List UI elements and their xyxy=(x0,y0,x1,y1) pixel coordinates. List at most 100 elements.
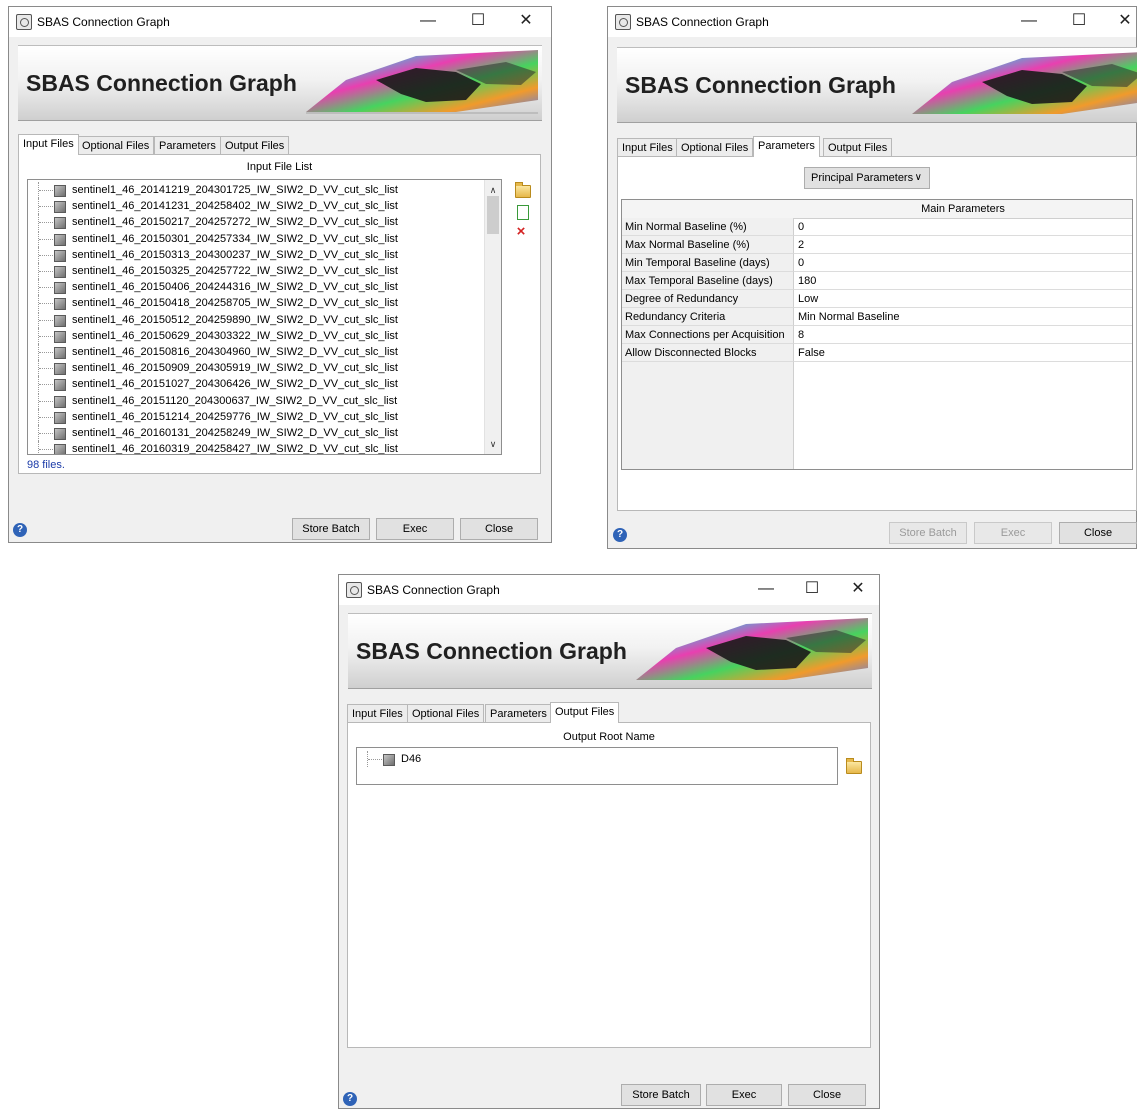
new-file-icon[interactable] xyxy=(517,205,529,220)
tree-connector xyxy=(38,279,55,296)
parameter-value[interactable]: 2 xyxy=(794,236,1132,254)
list-item[interactable]: sentinel1_46_20150301_204257334_IW_SIW2_… xyxy=(28,230,468,247)
tab-strip: Input Files Optional Files Parameters Ou… xyxy=(617,136,1137,157)
list-item[interactable]: sentinel1_46_20151120_204300637_IW_SIW2_… xyxy=(28,392,468,409)
list-item[interactable]: sentinel1_46_20150313_204300237_IW_SIW2_… xyxy=(28,246,468,263)
parameter-set-dropdown[interactable]: Principal Parameters ∨ xyxy=(804,167,930,189)
parameter-value[interactable]: 0 xyxy=(794,254,1132,272)
store-batch-button[interactable]: Store Batch xyxy=(621,1084,701,1106)
list-item[interactable]: sentinel1_46_20150325_204257722_IW_SIW2_… xyxy=(28,263,468,279)
open-folder-icon[interactable] xyxy=(515,182,531,198)
tab-strip: Input Files Optional Files Parameters Ou… xyxy=(18,134,542,155)
tab-optional-files[interactable]: Optional Files xyxy=(407,704,485,722)
header-banner: SBAS Connection Graph xyxy=(18,45,542,121)
parameter-value[interactable]: 8 xyxy=(794,326,1132,344)
vertical-scrollbar[interactable]: ∧ ∨ xyxy=(484,180,501,454)
file-name: sentinel1_46_20150512_204259890_IW_SIW2_… xyxy=(72,313,398,326)
exec-button[interactable]: Exec xyxy=(974,522,1052,544)
file-name: sentinel1_46_20141231_204258402_IW_SIW2_… xyxy=(72,200,398,213)
list-item[interactable]: sentinel1_46_20160319_204258427_IW_SIW2_… xyxy=(28,441,468,454)
list-item[interactable]: sentinel1_46_20151027_204306426_IW_SIW2_… xyxy=(28,376,468,393)
window-parameters: SBAS Connection Graph — ☐ ✕ SBAS Connect… xyxy=(607,6,1137,549)
list-item[interactable]: sentinel1_46_20160131_204258249_IW_SIW2_… xyxy=(28,425,468,441)
store-batch-button[interactable]: Store Batch xyxy=(889,522,967,544)
title-bar[interactable]: SBAS Connection Graph — ☐ ✕ xyxy=(9,7,551,37)
close-button[interactable]: Close xyxy=(788,1084,866,1106)
app-icon xyxy=(16,14,32,30)
header-banner: SBAS Connection Graph xyxy=(348,613,872,689)
tab-input-files[interactable]: Input Files xyxy=(617,138,678,156)
tab-parameters[interactable]: Parameters xyxy=(154,136,221,154)
tab-output-files[interactable]: Output Files xyxy=(220,136,290,154)
output-root-name: D46 xyxy=(401,753,422,765)
file-name: sentinel1_46_20160131_204258249_IW_SIW2_… xyxy=(72,427,398,439)
file-name: sentinel1_46_20150909_204305919_IW_SIW2_… xyxy=(72,362,398,375)
list-item[interactable]: sentinel1_46_20150909_204305919_IW_SIW2_… xyxy=(28,360,468,377)
output-root-name-box[interactable]: D46 xyxy=(356,747,838,785)
close-button[interactable]: Close xyxy=(460,518,538,540)
tab-optional-files[interactable]: Optional Files xyxy=(676,138,754,156)
window-input-files: SBAS Connection Graph — ☐ ✕ SBAS Connect… xyxy=(8,6,552,543)
window-title: SBAS Connection Graph xyxy=(636,15,769,29)
list-item[interactable]: sentinel1_46_20150418_204258705_IW_SIW2_… xyxy=(28,295,468,312)
parameter-value[interactable]: Min Normal Baseline xyxy=(794,308,1132,326)
minimize-button[interactable]: — xyxy=(411,10,445,32)
parameter-value[interactable]: Low xyxy=(794,290,1132,308)
tab-input-files[interactable]: Input Files xyxy=(347,704,408,722)
close-window-button[interactable]: ✕ xyxy=(509,10,543,32)
file-icon xyxy=(54,395,66,408)
file-icon xyxy=(54,411,66,424)
help-icon[interactable]: ? xyxy=(343,1092,357,1106)
main-parameters-grid[interactable]: Main Parameters Min Normal Baseline (%) 0… xyxy=(621,199,1133,470)
exec-button[interactable]: Exec xyxy=(706,1084,782,1106)
list-item[interactable]: sentinel1_46_20150629_204303322_IW_SIW2_… xyxy=(28,327,468,344)
parameter-name: Allow Disconnected Blocks xyxy=(622,344,794,362)
exec-button[interactable]: Exec xyxy=(376,518,454,540)
tab-output-files[interactable]: Output Files xyxy=(550,702,620,723)
scroll-thumb[interactable] xyxy=(487,196,499,234)
minimize-button[interactable]: — xyxy=(749,578,783,600)
list-item[interactable]: sentinel1_46_20141231_204258402_IW_SIW2_… xyxy=(28,198,468,215)
tree-connector xyxy=(38,360,55,377)
file-icon xyxy=(54,428,66,440)
parameter-value[interactable]: False xyxy=(794,344,1132,362)
app-icon xyxy=(615,14,631,30)
list-item[interactable]: D46 xyxy=(357,751,557,767)
delete-icon[interactable]: × xyxy=(514,224,528,239)
title-bar[interactable]: SBAS Connection Graph — ☐ ✕ xyxy=(339,575,879,605)
close-window-button[interactable]: ✕ xyxy=(1108,10,1137,32)
tab-output-files[interactable]: Output Files xyxy=(823,138,893,156)
maximize-button[interactable]: ☐ xyxy=(461,10,495,32)
tab-input-files[interactable]: Input Files xyxy=(18,134,79,155)
help-icon[interactable]: ? xyxy=(13,523,27,537)
tab-parameters[interactable]: Parameters xyxy=(753,136,820,157)
tree-connector xyxy=(38,327,55,344)
tab-optional-files[interactable]: Optional Files xyxy=(77,136,155,154)
list-item[interactable]: sentinel1_46_20151214_204259776_IW_SIW2_… xyxy=(28,408,468,425)
tree-connector xyxy=(38,441,55,454)
open-folder-icon[interactable] xyxy=(846,758,862,774)
input-file-list[interactable]: sentinel1_46_20141219_204301725_IW_SIW2_… xyxy=(27,179,502,455)
help-icon[interactable]: ? xyxy=(613,528,627,542)
maximize-button[interactable]: ☐ xyxy=(1062,10,1096,32)
file-name: sentinel1_46_20150217_204257272_IW_SIW2_… xyxy=(72,216,398,229)
list-item[interactable]: sentinel1_46_20150816_204304960_IW_SIW2_… xyxy=(28,344,468,360)
store-batch-button[interactable]: Store Batch xyxy=(292,518,370,540)
list-item[interactable]: sentinel1_46_20141219_204301725_IW_SIW2_… xyxy=(28,182,468,198)
minimize-button[interactable]: — xyxy=(1012,10,1046,32)
file-name: sentinel1_46_20150301_204257334_IW_SIW2_… xyxy=(72,232,398,245)
file-name: sentinel1_46_20150313_204300237_IW_SIW2_… xyxy=(72,248,398,261)
close-window-button[interactable]: ✕ xyxy=(841,578,875,600)
parameter-value[interactable]: 180 xyxy=(794,272,1132,290)
list-item[interactable]: sentinel1_46_20150512_204259890_IW_SIW2_… xyxy=(28,311,468,328)
list-item[interactable]: sentinel1_46_20150217_204257272_IW_SIW2_… xyxy=(28,214,468,231)
maximize-button[interactable]: ☐ xyxy=(795,578,829,600)
close-button[interactable]: Close xyxy=(1059,522,1137,544)
list-item[interactable]: sentinel1_46_20150406_204244316_IW_SIW2_… xyxy=(28,279,468,296)
parameter-name: Redundancy Criteria xyxy=(622,308,794,326)
parameter-value[interactable]: 0 xyxy=(794,218,1132,236)
scroll-down-arrow[interactable]: ∨ xyxy=(485,436,501,452)
tree-connector xyxy=(38,408,55,425)
tab-parameters[interactable]: Parameters xyxy=(485,704,552,722)
title-bar[interactable]: SBAS Connection Graph — ☐ ✕ xyxy=(608,7,1136,37)
